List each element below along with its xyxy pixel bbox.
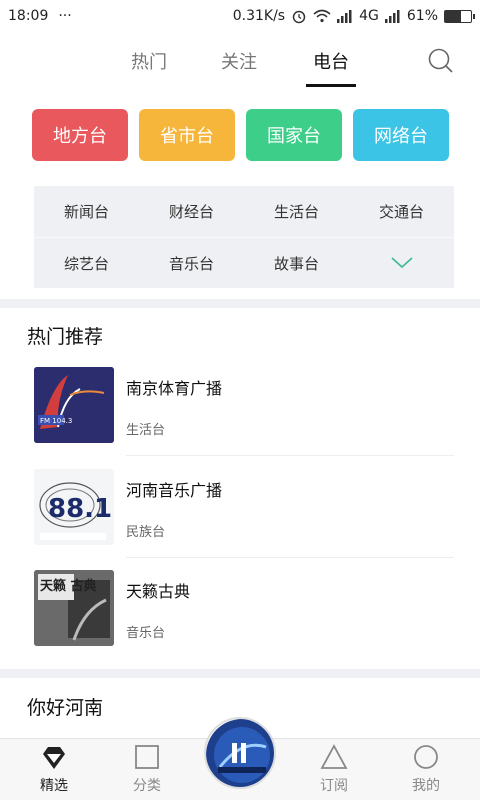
section-title-henan: 你好河南 — [27, 697, 104, 719]
nav-category[interactable]: 分类 — [107, 743, 187, 795]
sub-category-row: 新闻台 财经台 生活台 交通台 — [34, 186, 454, 237]
network-speed: 0.31K/s — [232, 8, 286, 24]
section-divider — [0, 299, 480, 308]
station-tag: 音乐台 — [126, 626, 166, 641]
tab-hot[interactable]: 热门 — [131, 48, 167, 74]
sub-category-life[interactable]: 生活台 — [244, 201, 349, 222]
battery-fill — [445, 10, 461, 22]
svg-text:88.1: 88.1 — [48, 494, 112, 524]
sub-category-grid: 新闻台 财经台 生活台 交通台 综艺台 音乐台 故事台 — [34, 186, 454, 288]
sub-category-story[interactable]: 故事台 — [244, 253, 349, 274]
tab-radio[interactable]: 电台 — [313, 48, 349, 74]
section-divider — [0, 669, 480, 678]
station-tag: 民族台 — [126, 525, 166, 540]
svg-text:天籁 古典: 天籁 古典 — [40, 578, 97, 594]
sub-category-finance[interactable]: 财经台 — [139, 201, 244, 222]
list-item[interactable]: 天籁 古典 天籁古典 音乐台 — [34, 570, 454, 672]
sub-category-music[interactable]: 音乐台 — [139, 253, 244, 274]
station-logo-image: 天籁 古典 — [34, 570, 114, 646]
sub-category-news[interactable]: 新闻台 — [34, 201, 139, 222]
chevron-down-icon — [390, 257, 413, 269]
station-thumbnail: 88.1 — [34, 469, 114, 545]
nav-mine[interactable]: 我的 — [386, 743, 466, 795]
station-logo-image: FM 104.3 — [34, 367, 114, 443]
active-tab-indicator — [306, 84, 356, 87]
category-local-button[interactable]: 地方台 — [32, 109, 128, 161]
search-icon[interactable] — [426, 46, 456, 76]
list-item[interactable]: FM 104.3 南京体育广播 生活台 — [34, 367, 454, 469]
status-dots: ··· — [58, 8, 72, 24]
category-buttons: 地方台 省市台 国家台 网络台 — [32, 109, 449, 161]
battery-percent: 61% — [406, 8, 438, 24]
battery-icon — [444, 9, 475, 23]
diamond-icon — [43, 747, 65, 769]
svg-text:FM 104.3: FM 104.3 — [40, 417, 72, 425]
sub-category-row: 综艺台 音乐台 故事台 — [34, 237, 454, 288]
nav-subscribe[interactable]: 订阅 — [294, 743, 374, 795]
expand-button[interactable] — [349, 256, 454, 270]
square-icon — [135, 745, 159, 769]
signal-icon — [337, 9, 352, 23]
alarm-icon — [292, 10, 306, 24]
nav-label: 我的 — [412, 778, 440, 794]
circle-icon — [414, 745, 438, 769]
list-item[interactable]: 88.1 河南音乐广播 民族台 — [34, 469, 454, 571]
list-separator — [126, 557, 454, 558]
nav-label: 分类 — [133, 778, 161, 794]
nav-label: 精选 — [40, 778, 68, 794]
section-title-hot: 热门推荐 — [27, 326, 104, 348]
list-separator — [126, 455, 454, 456]
now-playing-button[interactable] — [204, 717, 276, 789]
triangle-icon — [320, 744, 348, 769]
nav-featured[interactable]: 精选 — [14, 743, 94, 795]
category-network-button[interactable]: 网络台 — [353, 109, 449, 161]
tab-follow[interactable]: 关注 — [221, 48, 257, 74]
category-province-button[interactable]: 省市台 — [139, 109, 235, 161]
station-name: 河南音乐广播 — [126, 481, 223, 500]
station-thumbnail: 天籁 古典 — [34, 570, 114, 646]
status-bar: 18:09 ··· 0.31K/s 4G 61% — [0, 0, 480, 32]
status-time: 18:09 — [8, 8, 49, 24]
station-name: 天籁古典 — [126, 582, 191, 601]
station-logo-image: 88.1 — [34, 469, 114, 545]
station-thumbnail: FM 104.3 — [34, 367, 114, 443]
station-tag: 生活台 — [126, 423, 166, 438]
header-tabs: 热门 关注 电台 — [0, 40, 480, 88]
network-type: 4G — [359, 8, 379, 24]
sub-category-variety[interactable]: 综艺台 — [34, 253, 139, 274]
category-national-button[interactable]: 国家台 — [246, 109, 342, 161]
signal-icon-2 — [384, 9, 400, 23]
nav-label: 订阅 — [320, 778, 348, 794]
wifi-icon — [313, 9, 331, 23]
station-name: 南京体育广播 — [126, 379, 223, 398]
sub-category-traffic[interactable]: 交通台 — [349, 201, 454, 222]
